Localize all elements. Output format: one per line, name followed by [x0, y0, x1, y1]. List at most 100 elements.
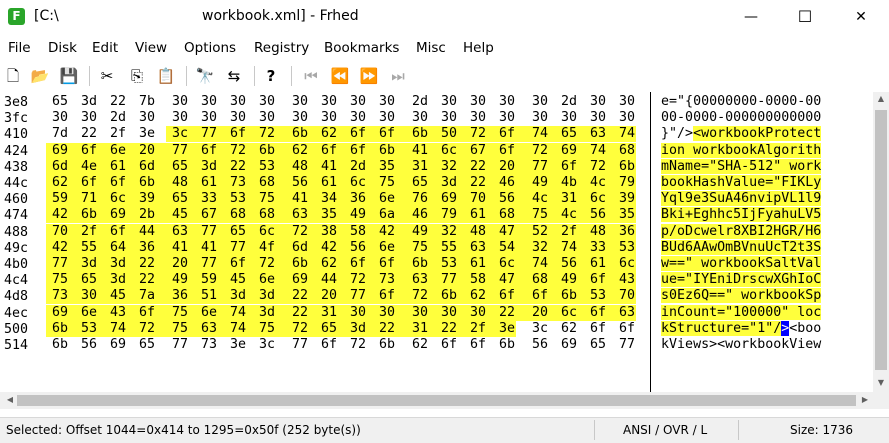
paste-icon[interactable]: 📋: [155, 65, 177, 87]
vertical-scroll-thumb[interactable]: [875, 110, 887, 370]
hex-row[interactable]: 3fc 30 30 2d 30 30 30 30 30 30 30 30 30 30 30 30 30 30 30 3…: [0, 110, 873, 126]
hex-byte[interactable]: 43: [613, 272, 636, 289]
hex-byte[interactable]: 36: [613, 223, 636, 240]
hex-byte[interactable]: 35: [613, 207, 636, 224]
menu-disk[interactable]: Disk: [48, 40, 77, 56]
menu-misc[interactable]: Misc: [416, 40, 446, 56]
hex-byte[interactable]: 6b: [46, 337, 69, 353]
save-icon[interactable]: 💾: [58, 65, 80, 87]
hex-byte[interactable]: 30: [286, 110, 309, 126]
hex-byte[interactable]: 30: [526, 110, 549, 126]
hex-editor-area[interactable]: 3e8 65 3d 22 7b 30 30 30 30 30 30 30 30 2d 30 30 30 30 2d 3…: [0, 92, 873, 392]
hex-byte[interactable]: 30: [526, 94, 549, 110]
hex-byte[interactable]: 30: [406, 110, 429, 126]
horizontal-scroll-thumb[interactable]: [17, 395, 856, 406]
hex-byte[interactable]: 30: [166, 94, 189, 110]
hex-byte[interactable]: 30: [195, 94, 218, 110]
hex-byte[interactable]: 62: [406, 337, 429, 353]
hex-byte[interactable]: 30: [555, 110, 578, 126]
hex-byte[interactable]: 3d: [75, 94, 98, 110]
hex-byte[interactable]: 3c: [253, 337, 276, 353]
hex-row[interactable]: 500 6b 53 74 72 75 63 74 75 72 65 3d 22 31 22 2f 3e 3c 62 6…: [0, 320, 873, 337]
hex-byte[interactable]: 30: [166, 110, 189, 126]
hex-byte[interactable]: 69: [104, 337, 127, 353]
hex-byte[interactable]: 2f: [104, 126, 127, 142]
hex-ascii-text[interactable]: Yql9e3SuA46nvipVL1l9: [661, 191, 822, 207]
scroll-down-arrow-icon[interactable]: ▼: [873, 378, 889, 387]
hex-row[interactable]: 44c 62 6f 6f 6b 48 61 73 68 56 61 6c 75 65 3d 22 46 49 4b 4…: [0, 175, 873, 191]
hex-byte[interactable]: 6b: [373, 337, 396, 353]
hex-byte[interactable]: 6f: [315, 337, 338, 353]
hex-byte[interactable]: 3e: [224, 337, 247, 353]
help-icon[interactable]: ?: [260, 65, 282, 87]
hex-ascii-text[interactable]: mName="SHA-512" work: [661, 158, 822, 175]
menu-registry[interactable]: Registry: [254, 40, 309, 56]
hex-row[interactable]: 4b0 77 3d 3d 22 20 77 6f 72 6b 62 6f 6f 6b 53 61 6c 74 56 6…: [0, 256, 873, 272]
hex-byte[interactable]: 30: [224, 94, 247, 110]
hex-byte[interactable]: 30: [435, 110, 458, 126]
hex-byte[interactable]: 6f: [584, 321, 607, 337]
new-file-icon[interactable]: 🗋: [2, 65, 24, 87]
hex-byte[interactable]: 2d: [406, 94, 429, 110]
hex-byte[interactable]: 6c: [613, 256, 636, 272]
scroll-left-arrow-icon[interactable]: ◀: [2, 395, 18, 404]
hex-byte[interactable]: 2d: [104, 110, 127, 126]
hex-byte[interactable]: 3e: [493, 320, 516, 337]
hex-byte[interactable]: 73: [195, 337, 218, 353]
hex-byte[interactable]: 7b: [133, 94, 156, 110]
menu-bookmarks[interactable]: Bookmarks: [324, 40, 399, 56]
go-next-icon[interactable]: ⏩: [358, 65, 380, 87]
hex-byte[interactable]: 30: [613, 94, 636, 110]
open-folder-icon[interactable]: 📂: [29, 65, 51, 87]
horizontal-scrollbar[interactable]: ◀ ▶: [0, 392, 873, 409]
hex-row[interactable]: 4d8 73 30 45 7a 36 51 3d 3d 22 20 77 6f 72 6b 62 6f 6f 6b 5…: [0, 288, 873, 305]
hex-byte[interactable]: 22: [75, 126, 98, 142]
maximize-button[interactable]: ☐: [782, 0, 828, 34]
hex-byte[interactable]: 3e: [133, 126, 156, 142]
cut-icon[interactable]: ✂: [96, 65, 118, 87]
hex-ascii-text[interactable]: BUd6AAwOmBVnuUcT2t3S: [661, 239, 822, 256]
scroll-up-arrow-icon[interactable]: ▲: [873, 94, 889, 103]
hex-byte[interactable]: 6f: [464, 337, 487, 353]
hex-byte[interactable]: 30: [75, 110, 98, 126]
hex-row[interactable]: 49c 42 55 64 36 41 41 77 4f 6d 42 56 6e 75 55 63 54 32 74 3…: [0, 239, 873, 256]
hex-row[interactable]: 514 6b 56 69 65 77 73 3e 3c 77 6f 72 6b 62 6f 6f 6b 56 69 6…: [0, 337, 873, 353]
hex-byte[interactable]: 53: [613, 239, 636, 256]
hex-ascii-text[interactable]: inCount="100000" loc: [661, 304, 822, 321]
hex-byte[interactable]: 69: [555, 337, 578, 353]
hex-byte[interactable]: 56: [526, 337, 549, 353]
hex-byte[interactable]: 30: [613, 110, 636, 126]
hex-byte[interactable]: 72: [344, 337, 367, 353]
hex-byte[interactable]: 68: [613, 142, 636, 159]
hex-byte[interactable]: 77: [286, 337, 309, 353]
hex-byte[interactable]: 30: [464, 94, 487, 110]
hex-byte[interactable]: 30: [373, 110, 396, 126]
hex-ascii-text[interactable]: ion workbookAlgorith: [661, 142, 822, 159]
close-button[interactable]: ✕: [838, 0, 884, 34]
hex-ascii-text[interactable]: kViews><workbookView: [661, 337, 821, 353]
copy-icon[interactable]: ⎘: [126, 65, 148, 87]
hex-byte[interactable]: 6b: [613, 158, 636, 175]
menu-options[interactable]: Options: [184, 40, 236, 56]
hex-byte[interactable]: 30: [435, 94, 458, 110]
hex-ascii-text[interactable]: kStructure="1"/><boo: [661, 320, 821, 337]
find-icon[interactable]: 🔭: [194, 65, 216, 87]
menu-edit[interactable]: Edit: [92, 40, 118, 56]
hex-byte[interactable]: 56: [75, 337, 98, 353]
hex-row[interactable]: 3e8 65 3d 22 7b 30 30 30 30 30 30 30 30 2d 30 30 30 30 2d 3…: [0, 94, 873, 110]
go-first-icon[interactable]: ⏮: [300, 65, 322, 87]
hex-row[interactable]: 4c4 75 65 3d 22 49 59 45 6e 69 44 72 73 63 77 58 47 68 49 6…: [0, 272, 873, 289]
hex-byte[interactable]: 74: [613, 126, 636, 143]
hex-ascii-text[interactable]: s0Ez6Q==" workbookSp: [661, 288, 822, 304]
hex-byte[interactable]: 30: [133, 110, 156, 126]
hex-byte[interactable]: 65: [133, 337, 156, 353]
hex-byte[interactable]: 30: [46, 110, 69, 126]
hex-byte[interactable]: 30: [286, 94, 309, 110]
hex-row[interactable]: 4ec 69 6e 43 6f 75 6e 74 3d 22 31 30 30 30 30 30 22 20 6c 6…: [0, 304, 873, 321]
menu-help[interactable]: Help: [463, 40, 494, 56]
hex-ascii-text[interactable]: p/oDcwelr8XBI2HGR/H6: [661, 223, 822, 240]
hex-row[interactable]: 424 69 6f 6e 20 77 6f 72 6b 62 6f 6f 6b 41 6c 67 6f 72 69 7…: [0, 142, 873, 159]
go-previous-icon[interactable]: ⏪: [329, 65, 351, 87]
hex-byte[interactable]: 30: [195, 110, 218, 126]
hex-ascii-text[interactable]: bookHashValue="FIKLy: [661, 175, 822, 191]
